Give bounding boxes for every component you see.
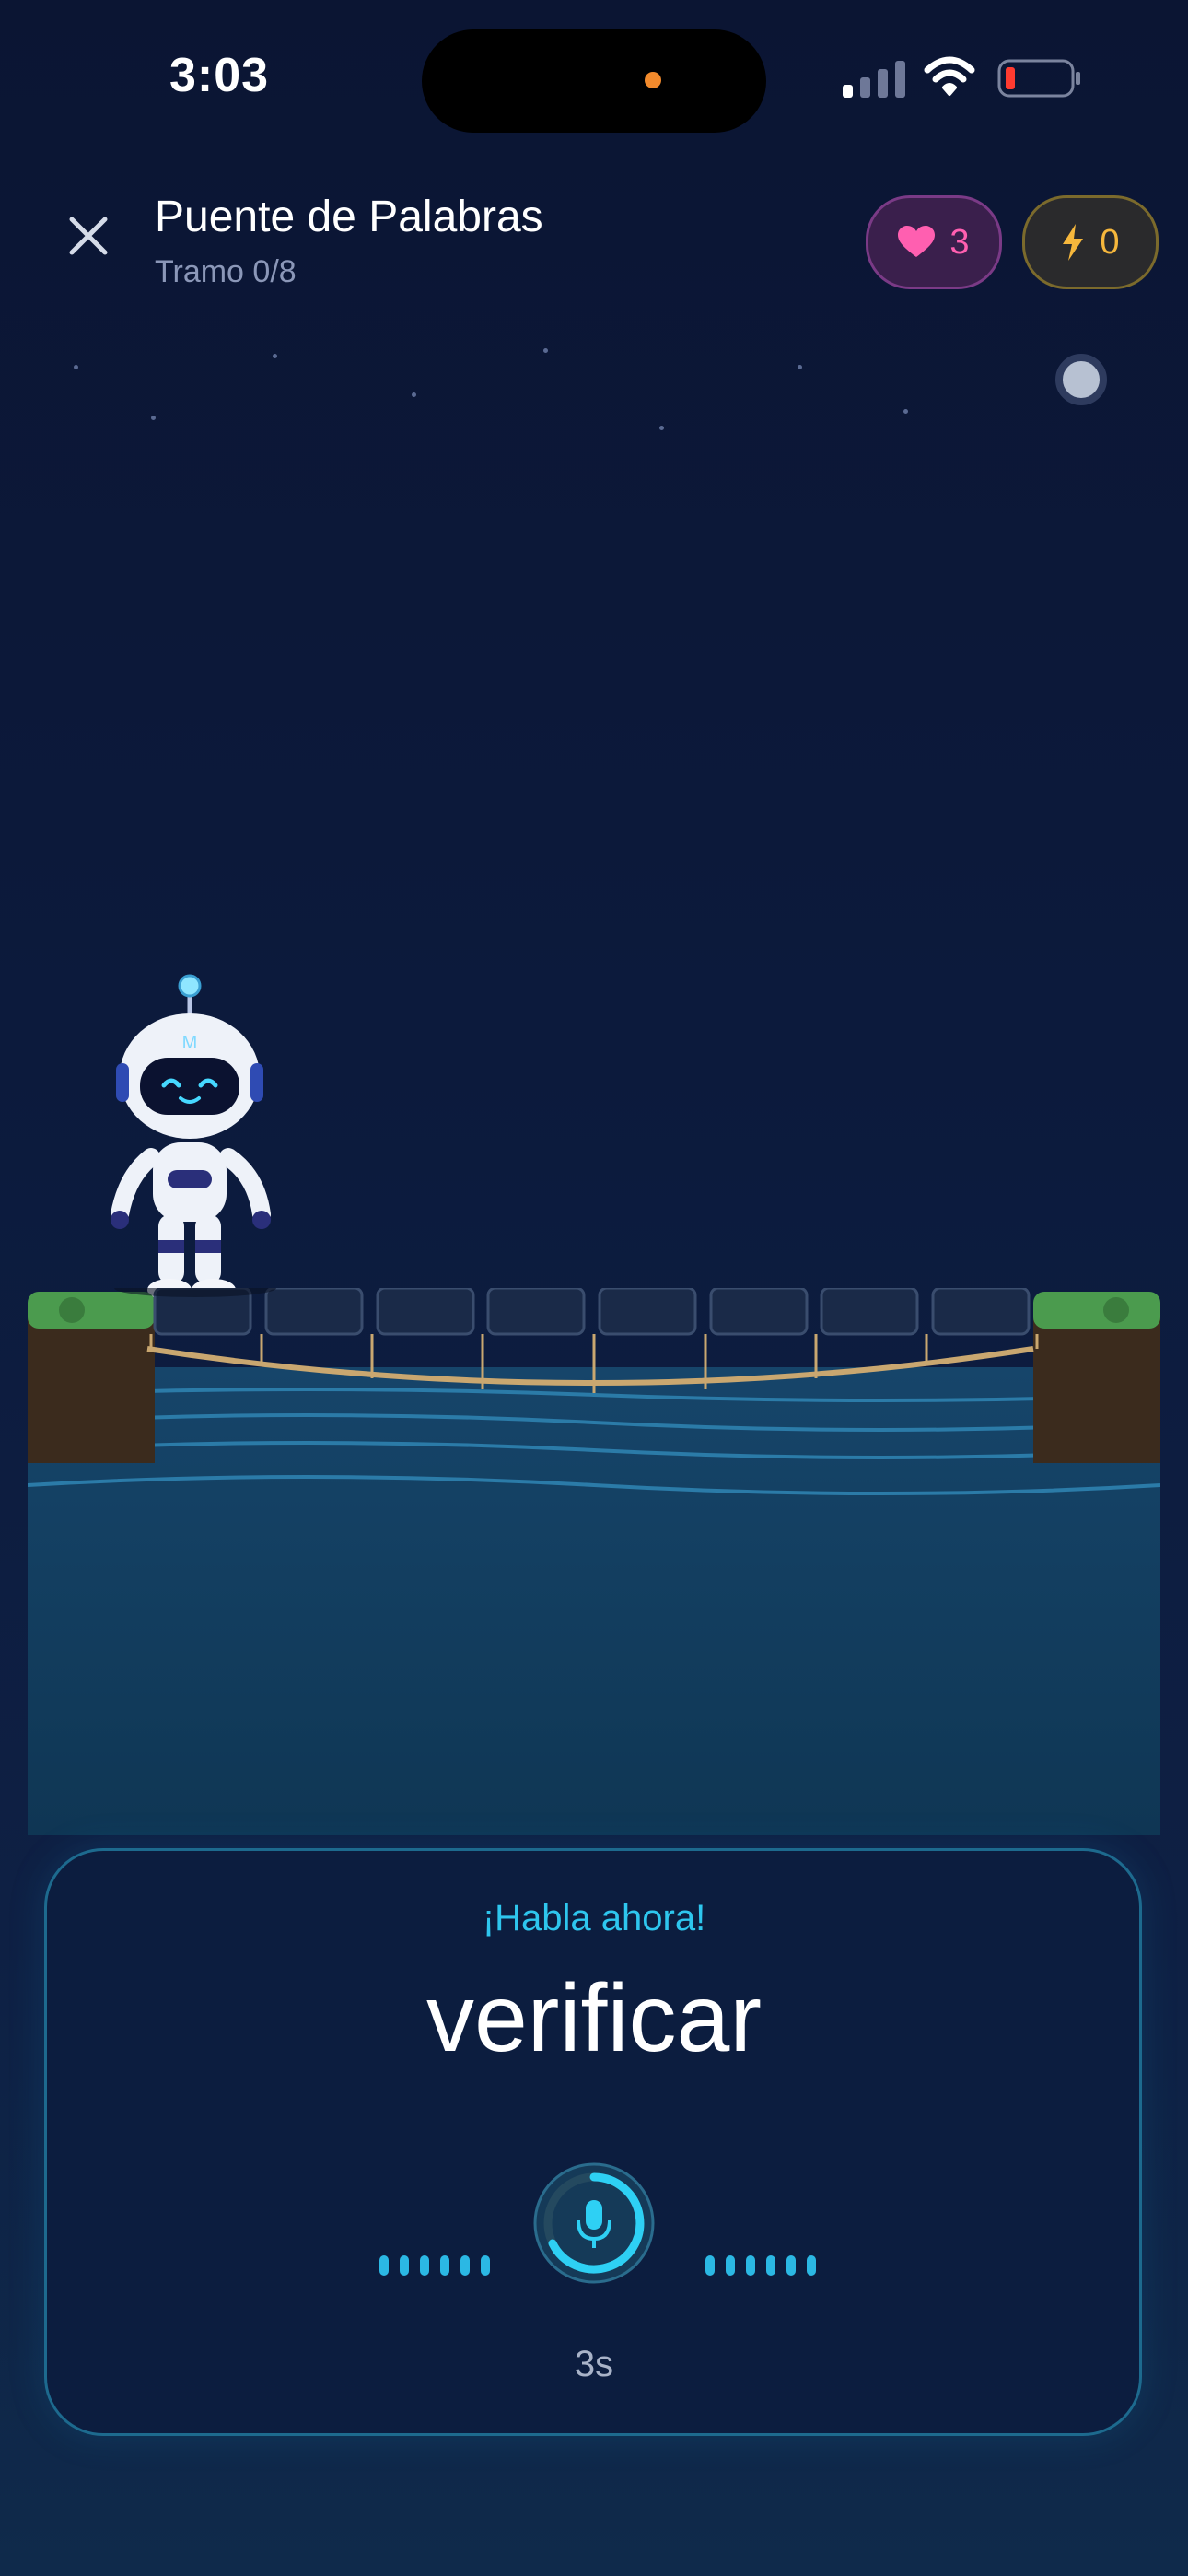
countdown-timer: 3s	[574, 2344, 614, 2384]
speak-prompt: ¡Habla ahora!	[482, 1898, 706, 1938]
svg-text:M: M	[182, 1033, 198, 1053]
dynamic-island	[422, 29, 766, 133]
page-title: Puente de Palabras	[155, 193, 543, 241]
hearts-count: 3	[949, 222, 970, 262]
bridge-scene	[28, 1288, 1160, 1835]
target-word: verificar	[425, 1965, 763, 2072]
energy-count: 0	[1100, 222, 1120, 262]
microphone-button[interactable]	[532, 2161, 656, 2285]
hearts-counter: 3	[866, 195, 1002, 289]
status-time: 3:03	[169, 49, 270, 102]
signal-icon	[843, 61, 905, 98]
battery-icon	[997, 59, 1080, 98]
wifi-icon	[924, 56, 975, 96]
audio-waveform-right	[705, 2255, 816, 2276]
heart-icon	[898, 226, 936, 257]
bolt-icon	[1063, 224, 1084, 261]
close-icon[interactable]	[66, 214, 111, 258]
progress-label: Tramo 0/8	[155, 254, 297, 289]
energy-counter: 0	[1022, 195, 1159, 289]
moon-icon	[1055, 354, 1107, 405]
privacy-indicator	[645, 72, 661, 88]
audio-waveform-left	[379, 2255, 490, 2276]
robot-character: M	[111, 974, 271, 1301]
